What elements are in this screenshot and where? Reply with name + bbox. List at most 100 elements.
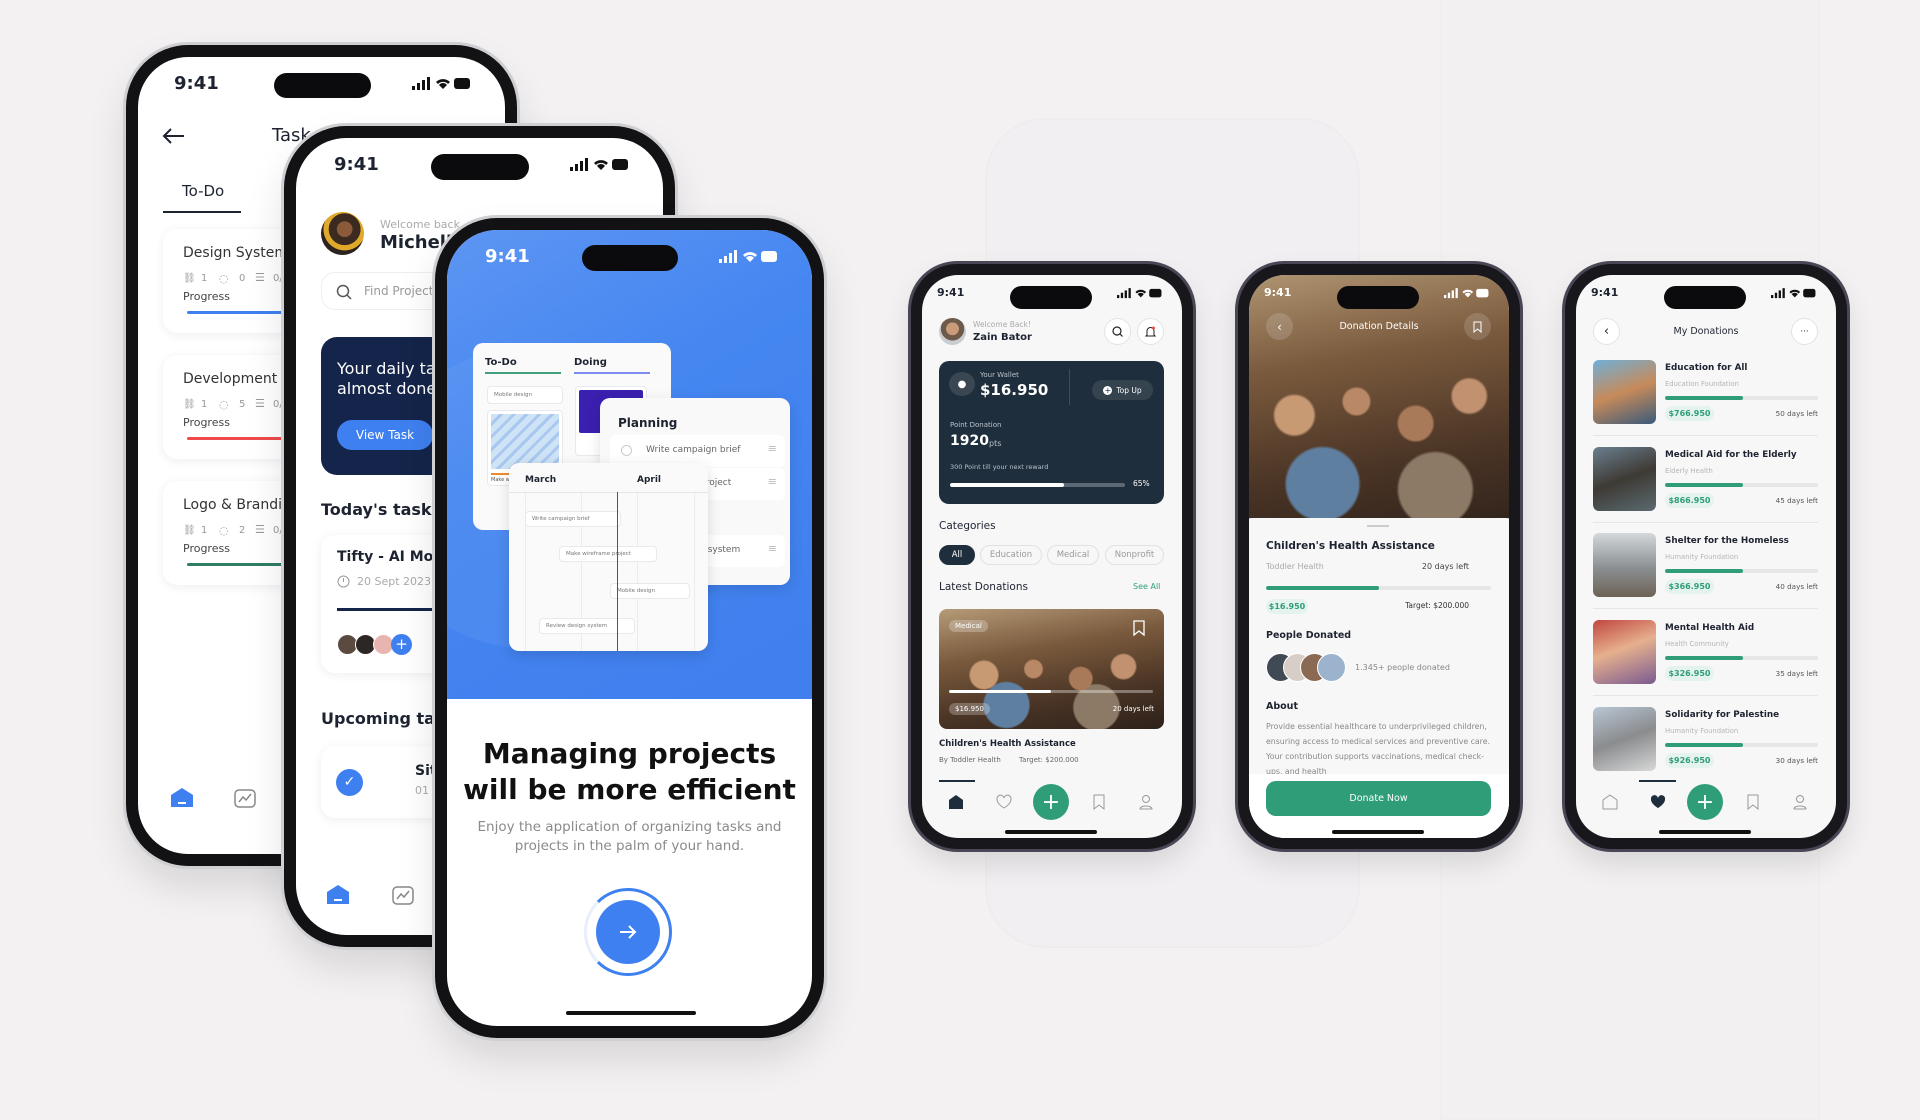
profile-icon[interactable]	[1137, 793, 1155, 811]
kanban-column-todo: To-Do	[485, 357, 517, 368]
days-left: 40 days left	[1775, 582, 1818, 592]
wallet-card: ● Your Wallet $16.950 + Top Up Point Don…	[939, 361, 1164, 504]
link-icon: ⛓	[183, 525, 196, 536]
category-chip-medical[interactable]: Medical	[1047, 545, 1099, 565]
progress-fill	[949, 690, 1051, 693]
heart-icon[interactable]	[1649, 793, 1667, 811]
donation-thumbnail	[1593, 706, 1656, 771]
donation-thumbnail	[1593, 446, 1656, 511]
progress-label: Progress	[183, 416, 230, 429]
home-icon[interactable]	[947, 793, 965, 811]
checklist-icon: ☰	[255, 271, 265, 284]
checklist-count: 0/	[273, 273, 283, 284]
donate-now-button[interactable]: Donate Now	[1266, 781, 1491, 816]
notification-button[interactable]	[1137, 318, 1164, 345]
raised-amount: $16.950	[1266, 599, 1308, 614]
back-arrow-icon[interactable]	[162, 127, 186, 145]
donation-list-item[interactable]: Solidarity for Palestine Humanity Founda…	[1593, 706, 1818, 782]
home-icon[interactable]	[1601, 793, 1619, 811]
progress-label: Progress	[183, 542, 230, 555]
top-up-button[interactable]: + Top Up	[1092, 380, 1153, 400]
add-assignee-icon[interactable]: +	[391, 634, 412, 655]
kanban-card-label: Make w	[491, 477, 510, 483]
category-chip-nonprofit[interactable]: Nonprofit	[1105, 545, 1164, 565]
profile-icon[interactable]	[1791, 793, 1809, 811]
donation-list-item[interactable]: Shelter for the Homeless Humanity Founda…	[1593, 533, 1818, 610]
view-task-button[interactable]: View Task	[337, 420, 433, 450]
chart-icon[interactable]	[234, 787, 258, 809]
category-chip-education[interactable]: Education	[980, 545, 1042, 565]
days-left: 30 days left	[1775, 755, 1818, 765]
chart-icon[interactable]	[392, 884, 416, 906]
coin-icon: ●	[949, 372, 975, 396]
bookmark-icon[interactable]	[1090, 793, 1108, 811]
donation-amount: $866.950	[1665, 492, 1714, 508]
donation-list-item[interactable]: Education for All Education Foundation $…	[1593, 360, 1818, 436]
donation-list-item[interactable]: Medical Aid for the Elderly Elderly Heal…	[1593, 446, 1818, 523]
donation-title: Education for All	[1665, 363, 1748, 373]
dynamic-island	[1010, 286, 1092, 309]
dynamic-island	[1664, 286, 1746, 309]
heart-icon[interactable]	[995, 793, 1013, 811]
people-count: 1.345+ people donated	[1355, 663, 1450, 672]
status-icons	[412, 77, 470, 90]
bell-icon	[1145, 326, 1156, 336]
raised-tag: $16.950	[949, 703, 990, 715]
status-time: 9:41	[485, 246, 530, 267]
subtitle-line-1: Enjoy the application of organizing task…	[477, 819, 782, 835]
comment-icon: ◌	[219, 398, 229, 411]
timeline-task: Mobile design	[610, 583, 690, 599]
search-button[interactable]	[1104, 318, 1131, 345]
donation-progress-bar	[1665, 396, 1818, 400]
avatar[interactable]	[321, 212, 364, 255]
link-count: 1	[201, 399, 208, 410]
days-left: 35 days left	[1775, 669, 1818, 679]
donation-organization: Humanity Foundation	[1665, 726, 1739, 735]
welcome-text: Welcome Back!	[973, 320, 1031, 329]
phone-my-donations: 9:41 ‹ My Donations ··· Education for Al…	[1565, 264, 1847, 849]
donation-amount: $766.950	[1665, 406, 1714, 421]
checklist-icon: ☰	[255, 397, 265, 410]
status-time: 9:41	[1264, 286, 1292, 299]
checklist-count: 0/	[273, 525, 283, 536]
status-icons	[1117, 288, 1162, 299]
user-name: Zain Bator	[973, 332, 1032, 343]
dynamic-island	[274, 73, 371, 98]
progress-fill	[1665, 569, 1744, 574]
progress-fill	[1665, 742, 1744, 747]
bookmark-button[interactable]	[1464, 313, 1491, 340]
donor-avatars	[1266, 653, 1348, 683]
points-label: Point Donation	[950, 421, 1002, 429]
status-icons	[1771, 288, 1816, 299]
wallet-label: Your Wallet	[980, 371, 1019, 379]
see-all-link[interactable]: See All	[1133, 582, 1160, 591]
add-donation-button[interactable]: +	[1033, 784, 1069, 820]
search-icon	[1112, 326, 1123, 337]
headline-line-2: will be more efficient	[463, 773, 796, 806]
drag-handle-icon: ≡	[767, 542, 777, 555]
subtitle: Enjoy the application of organizing task…	[447, 818, 812, 856]
avatar[interactable]	[939, 318, 966, 345]
donation-progress-bar	[1665, 569, 1818, 574]
next-button[interactable]	[596, 900, 660, 964]
bookmark-icon[interactable]	[1131, 619, 1147, 637]
home-icon[interactable]	[170, 787, 194, 809]
upcoming-title: Sit	[415, 763, 437, 779]
comment-count: 5	[239, 399, 246, 410]
nav-active-indicator	[1639, 780, 1676, 782]
donation-title: Mental Health Aid	[1665, 623, 1755, 634]
timeline-task: Review design system	[539, 618, 635, 634]
timeline-illustration: March April Write campaign brief Make wi…	[509, 463, 708, 651]
featured-donation-image[interactable]: Medical $16.950 20 days left	[939, 609, 1164, 729]
wallet-amount: $16.950	[980, 381, 1049, 399]
target-amount: Target: $200.000	[1405, 601, 1469, 610]
tab-to-do[interactable]: To-Do	[182, 182, 224, 200]
sheet-handle[interactable]	[1367, 525, 1389, 527]
donation-list-item[interactable]: Mental Health Aid Health Community $326.…	[1593, 620, 1818, 697]
check-icon[interactable]: ✓	[336, 769, 363, 796]
category-chip-all[interactable]: All	[939, 545, 975, 565]
home-icon[interactable]	[326, 884, 350, 906]
bookmark-icon[interactable]	[1744, 793, 1762, 811]
more-options-button[interactable]: ···	[1791, 318, 1818, 345]
add-donation-button[interactable]: +	[1687, 784, 1723, 820]
